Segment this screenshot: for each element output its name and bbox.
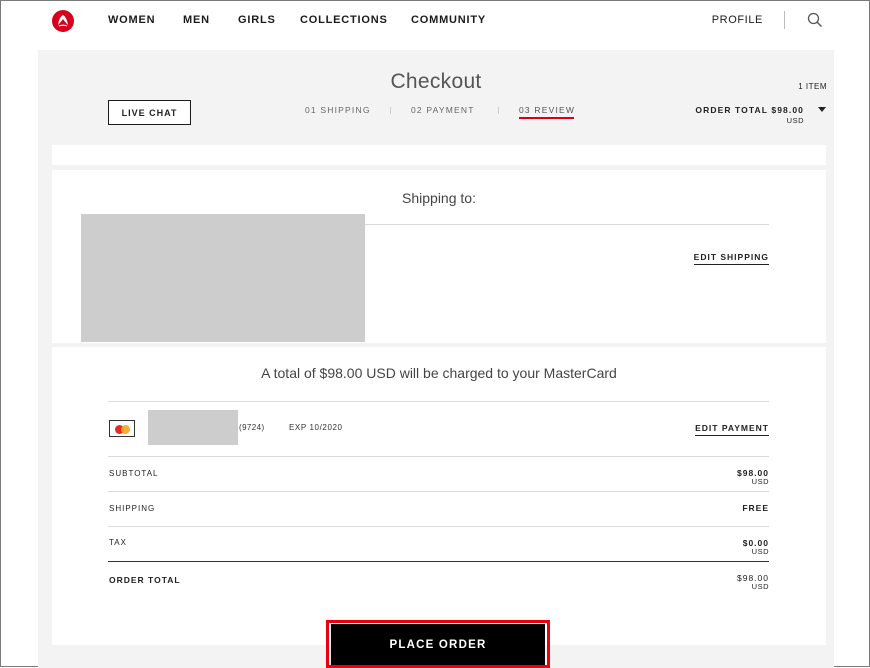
payment-panel: A total of $98.00 USD will be charged to… xyxy=(52,347,826,645)
shipping-panel: Shipping to: EDIT SHIPPING xyxy=(52,170,826,343)
divider xyxy=(108,491,769,492)
nav-girls[interactable]: GIRLS xyxy=(238,14,276,26)
caret-down-icon[interactable] xyxy=(818,107,826,112)
top-nav: WOMEN MEN GIRLS COLLECTIONS COMMUNITY PR… xyxy=(1,1,869,41)
tax-currency: USD xyxy=(751,546,769,556)
shipping-heading: Shipping to: xyxy=(402,190,476,206)
mastercard-icon xyxy=(109,420,135,437)
card-last4: (9724) xyxy=(239,423,265,432)
order-total-currency: USD xyxy=(786,116,804,125)
subtotal-value: $98.00 USD xyxy=(737,469,769,485)
step-review[interactable]: 03 REVIEW xyxy=(519,105,575,115)
search-icon[interactable] xyxy=(807,12,823,28)
divider xyxy=(108,526,769,527)
subtotal-currency: USD xyxy=(751,476,769,486)
card-expiry: EXP 10/2020 xyxy=(289,423,343,432)
lululemon-logo-icon[interactable] xyxy=(52,10,74,32)
shipping-label: SHIPPING xyxy=(109,504,156,513)
step-divider xyxy=(390,107,391,114)
nav-community[interactable]: COMMUNITY xyxy=(411,14,486,26)
redacted-address xyxy=(81,214,365,342)
item-count: 1 ITEM xyxy=(798,82,827,91)
shipping-value: FREE xyxy=(742,503,769,513)
edit-shipping-link[interactable]: EDIT SHIPPING xyxy=(693,252,769,265)
tax-value: $0.00 USD xyxy=(743,539,769,555)
order-total-currency: USD xyxy=(751,581,769,591)
spacer-panel xyxy=(52,145,826,165)
active-step-indicator xyxy=(519,117,574,119)
tax-label: TAX xyxy=(109,538,127,547)
page-title: Checkout xyxy=(390,70,482,93)
nav-collections[interactable]: COLLECTIONS xyxy=(300,14,388,26)
order-total-label: ORDER TOTAL $98.00 xyxy=(695,105,804,115)
edit-payment-link[interactable]: EDIT PAYMENT xyxy=(695,423,769,436)
checkout-area: Checkout LIVE CHAT 01 SHIPPING 02 PAYMEN… xyxy=(38,50,834,668)
order-total-row-label: ORDER TOTAL xyxy=(109,575,181,585)
profile-link[interactable]: PROFILE xyxy=(712,14,763,26)
order-total-toggle[interactable]: ORDER TOTAL $98.00 USD xyxy=(695,105,804,125)
step-shipping[interactable]: 01 SHIPPING xyxy=(305,105,371,115)
nav-divider xyxy=(784,11,785,29)
nav-men[interactable]: MEN xyxy=(183,14,210,26)
payment-heading: A total of $98.00 USD will be charged to… xyxy=(261,365,617,381)
step-payment[interactable]: 02 PAYMENT xyxy=(411,105,475,115)
divider xyxy=(108,401,769,402)
redacted-cardholder xyxy=(148,410,238,445)
subtotal-label: SUBTOTAL xyxy=(109,469,159,478)
divider xyxy=(108,561,769,562)
order-total-row-value: $98.00 USD xyxy=(737,574,769,590)
step-divider xyxy=(498,107,499,114)
live-chat-button[interactable]: LIVE CHAT xyxy=(108,100,191,125)
divider xyxy=(108,456,769,457)
place-order-button[interactable]: PLACE ORDER xyxy=(331,624,545,665)
nav-women[interactable]: WOMEN xyxy=(108,14,155,26)
